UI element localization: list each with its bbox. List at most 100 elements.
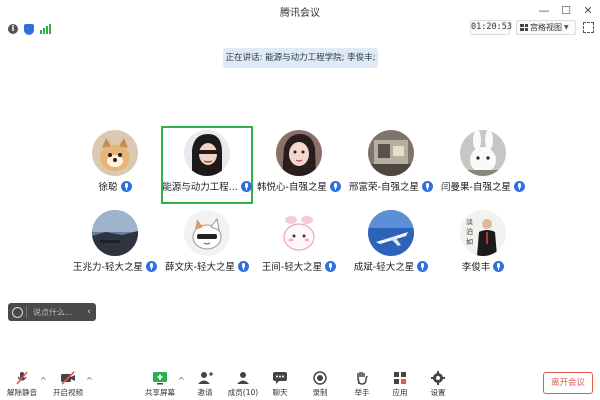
view-mode-label: 宫格视图 <box>530 23 562 32</box>
mic-icon <box>120 180 132 192</box>
avatar <box>92 130 138 176</box>
participant-name-line: 王间-轻大之星 <box>253 259 345 273</box>
chat-bubble-icon <box>272 370 288 384</box>
members-button[interactable]: 成员(10) <box>227 370 259 398</box>
members-icon <box>235 370 251 384</box>
share-screen-icon <box>152 370 168 385</box>
participant-name: 韩悦心-自强之星 <box>257 182 327 193</box>
mic-icon <box>513 180 525 192</box>
participant-name: 闫曼果-自强之星 <box>441 182 511 193</box>
avatar <box>368 130 414 176</box>
participant-name: 王间-轻大之星 <box>261 262 323 273</box>
share-screen-button[interactable]: 共享屏幕 <box>144 370 176 398</box>
unmute-button[interactable]: 解除静音 <box>6 370 38 398</box>
record-button[interactable]: 录制 <box>304 370 336 398</box>
participant-name-line: 李俊丰 <box>437 259 529 273</box>
chat-label: 聊天 <box>272 388 288 397</box>
participant-tile[interactable]: 韩悦心-自强之星 <box>253 126 345 204</box>
participant-name-line: 成斌-轻大之星 <box>345 259 437 273</box>
participant-name-line: 能源与动力工程... <box>161 179 253 193</box>
mic-icon <box>329 180 341 192</box>
collapse-chevron-icon[interactable]: ‹ <box>82 307 96 317</box>
window-title: 腾讯会议 <box>280 7 320 19</box>
mic-icon <box>237 260 249 272</box>
avatar <box>184 210 230 256</box>
participant-tile[interactable]: 徐聪 <box>69 126 161 204</box>
invite-label: 邀请 <box>197 388 213 397</box>
raise-hand-label: 举手 <box>354 388 370 397</box>
record-label: 录制 <box>312 388 328 397</box>
speaking-banner: 正在讲话: 能源与动力工程学院; 李俊丰; <box>223 48 378 68</box>
maximize-icon[interactable]: ☐ <box>558 3 574 19</box>
title-bar: 腾讯会议 — ☐ ✕ <box>0 0 600 22</box>
chat-button[interactable]: 聊天 <box>264 370 296 398</box>
view-mode-dropdown[interactable]: 宫格视图 ▼ <box>516 20 576 35</box>
mic-icon <box>240 180 252 192</box>
participant-name-line: 邢富荣-自强之星 <box>345 179 437 193</box>
network-signal-icon[interactable] <box>40 24 51 34</box>
settings-button[interactable]: 设置 <box>422 370 454 398</box>
participant-name-line: 闫曼果-自强之星 <box>437 179 529 193</box>
participant-name: 李俊丰 <box>461 262 491 273</box>
invite-user-icon <box>197 370 213 384</box>
participant-tile[interactable]: 王兆力-轻大之星 <box>69 206 161 284</box>
chevron-up-icon[interactable]: ^ <box>178 376 185 385</box>
record-icon <box>312 370 328 385</box>
avatar <box>92 210 138 256</box>
raise-hand-button[interactable]: 举手 <box>346 370 378 398</box>
info-icon[interactable]: i <box>8 24 18 34</box>
emoji-icon[interactable] <box>8 303 26 321</box>
participant-name-line: 薛文庆-轻大之星 <box>161 259 253 273</box>
apps-button[interactable]: 应用 <box>384 370 416 398</box>
participant-tile[interactable]: 邢富荣-自强之星 <box>345 126 437 204</box>
unmute-label: 解除静音 <box>7 388 37 397</box>
chat-input-placeholder[interactable]: 说点什么... <box>27 307 82 318</box>
chevron-up-icon[interactable]: ^ <box>86 376 93 385</box>
apps-label: 应用 <box>392 388 408 397</box>
members-label: 成员(10) <box>227 388 259 397</box>
leave-meeting-button[interactable]: 离开会议 <box>543 372 593 394</box>
close-icon[interactable]: ✕ <box>580 3 596 19</box>
mic-icon <box>145 260 157 272</box>
participant-tile[interactable]: 能源与动力工程... <box>161 126 253 204</box>
participant-name-line: 韩悦心-自强之星 <box>253 179 345 193</box>
participant-name: 王兆力-轻大之星 <box>73 262 143 273</box>
participant-name: 邢富荣-自强之星 <box>349 182 419 193</box>
grid-view-icon <box>520 24 528 31</box>
muted-mic-icon <box>14 370 30 385</box>
chat-input-bar[interactable]: 说点什么... ‹ <box>8 303 96 321</box>
svg-text:淡: 淡 <box>466 218 473 226</box>
participant-name: 成斌-轻大之星 <box>353 262 415 273</box>
bottom-toolbar: 解除静音 ^ 开启视频 ^ 共享屏幕 ^ 邀请 成员(10) 聊天 录制 举手 … <box>0 366 600 400</box>
raise-hand-icon <box>354 370 370 385</box>
meeting-timer: 01:20:53 <box>470 20 512 35</box>
start-video-button[interactable]: 开启视频 <box>52 370 84 398</box>
minimize-icon[interactable]: — <box>536 3 552 19</box>
mic-icon <box>417 260 429 272</box>
participant-tile[interactable]: 薛文庆-轻大之星 <box>161 206 253 284</box>
mic-icon <box>421 180 433 192</box>
participant-name-line: 徐聪 <box>69 179 161 193</box>
participant-tile[interactable]: 淡泊如李俊丰 <box>437 206 529 284</box>
security-shield-icon[interactable] <box>24 23 34 35</box>
fullscreen-icon[interactable] <box>583 22 594 33</box>
share-screen-label: 共享屏幕 <box>145 388 175 397</box>
mic-icon <box>493 260 505 272</box>
window-controls: — ☐ ✕ <box>536 3 596 19</box>
video-off-icon <box>60 370 76 385</box>
avatar <box>368 210 414 256</box>
avatar <box>460 130 506 176</box>
participant-tile[interactable]: 成斌-轻大之星 <box>345 206 437 284</box>
participant-tile[interactable]: 闫曼果-自强之星 <box>437 126 529 204</box>
avatar <box>184 130 230 176</box>
svg-text:如: 如 <box>466 237 473 246</box>
chevron-up-icon[interactable]: ^ <box>40 376 47 385</box>
participant-name: 薛文庆-轻大之星 <box>165 262 235 273</box>
avatar <box>276 130 322 176</box>
mic-icon <box>325 260 337 272</box>
participant-tile[interactable]: 王间-轻大之星 <box>253 206 345 284</box>
avatar: 淡泊如 <box>460 210 506 256</box>
start-video-label: 开启视频 <box>53 388 83 397</box>
svg-text:泊: 泊 <box>466 227 473 236</box>
invite-button[interactable]: 邀请 <box>189 370 221 398</box>
